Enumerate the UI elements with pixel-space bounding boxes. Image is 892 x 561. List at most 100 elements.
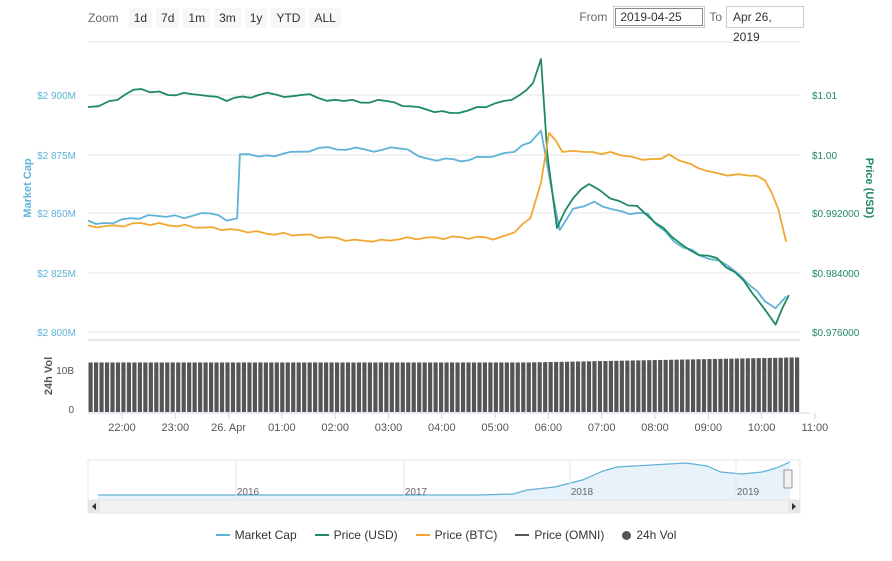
navigator-year-label: 2017 <box>405 487 428 498</box>
volume-bar <box>225 362 230 412</box>
volume-bar <box>795 357 800 412</box>
volume-bar <box>647 360 652 412</box>
legend-item[interactable]: Price (OMNI) <box>515 528 604 542</box>
volume-bar <box>575 361 581 412</box>
legend-line-icon <box>515 534 530 536</box>
price-usd-tick-label: $0.984000 <box>812 269 860 280</box>
volume-bar <box>203 362 208 412</box>
legend-item[interactable]: Price (USD) <box>314 528 398 542</box>
volume-bar <box>712 358 718 412</box>
volume-bar <box>663 359 668 412</box>
volume-bar <box>554 361 559 412</box>
volume-bar <box>680 359 685 412</box>
volume-bar <box>669 359 674 412</box>
volume-bar <box>477 362 482 412</box>
navigator-handle[interactable] <box>783 469 793 489</box>
volume-bar <box>718 358 723 412</box>
market-cap-axis-title: Market Cap <box>22 158 34 218</box>
volume-bar <box>334 362 340 412</box>
x-tick-label: 01:00 <box>268 422 296 434</box>
x-tick-label: 03:00 <box>375 422 403 434</box>
volume-bar <box>515 362 520 412</box>
volume-bar <box>696 359 701 412</box>
price-usd-tick-label: $0.992000 <box>812 209 860 220</box>
volume-bar <box>356 362 362 412</box>
volume-bar <box>740 358 745 412</box>
volume-bar <box>488 362 493 412</box>
volume-bar <box>493 362 498 412</box>
volume-bar <box>411 362 416 412</box>
market-cap-tick-label: $2 850M <box>37 209 76 220</box>
price-chart-svg[interactable]: $2 800M $2 825M $2 850M $2 875M $2 900M $0.9… <box>0 0 892 520</box>
volume-bar <box>258 362 263 412</box>
price-usd-tick-label: $1.00 <box>812 151 837 162</box>
legend-item[interactable]: Price (BTC) <box>415 528 498 542</box>
chart-widget: Zoom 1d 7d 1m 3m 1y YTD ALL From 2019-04… <box>0 0 892 561</box>
volume-bar <box>532 362 537 412</box>
volume-bar <box>619 360 624 412</box>
volume-bar <box>247 362 252 412</box>
price-usd-tick-label: $0.976000 <box>812 328 860 339</box>
volume-bar <box>384 362 389 412</box>
grid-lines <box>88 41 800 371</box>
series-line-price-usd[interactable] <box>87 58 790 326</box>
navigator-year-label: 2019 <box>737 487 760 498</box>
volume-bar <box>395 362 400 412</box>
volume-bar <box>428 362 433 412</box>
volume-bar <box>701 359 707 412</box>
market-cap-axis: $2 800M $2 825M $2 850M $2 875M $2 900M <box>37 91 76 339</box>
volume-bar <box>597 361 603 412</box>
legend-item[interactable]: Market Cap <box>215 528 297 542</box>
market-cap-tick-label: $2 875M <box>37 151 76 162</box>
volume-bar <box>537 362 542 412</box>
x-tick-label: 23:00 <box>162 422 190 434</box>
legend-line-icon <box>215 534 230 536</box>
x-tick-label: 06:00 <box>535 422 563 434</box>
legend-label: 24h Vol <box>636 528 677 542</box>
market-cap-tick-label: $2 900M <box>37 91 76 102</box>
volume-tick-label: 10B <box>56 366 74 377</box>
volume-bar <box>378 362 383 412</box>
volume-bar <box>526 362 531 412</box>
volume-bar <box>707 359 712 412</box>
volume-bar <box>187 362 192 412</box>
volume-bar <box>773 357 778 412</box>
legend-item[interactable]: 24h Vol <box>622 528 676 542</box>
legend-label: Price (OMNI) <box>534 528 605 542</box>
volume-bar <box>329 362 334 412</box>
volume-bar <box>690 359 696 412</box>
volume-bar <box>652 360 657 412</box>
volume-bar <box>581 361 586 412</box>
x-tick-label: 10:00 <box>748 422 776 434</box>
legend-label: Price (USD) <box>333 528 398 542</box>
x-tick-label: 22:00 <box>108 422 136 434</box>
x-tick-label: 26. Apr <box>211 422 246 434</box>
volume-bar <box>143 362 148 412</box>
series-line-market-cap[interactable] <box>87 129 787 310</box>
volume-bar <box>778 357 783 412</box>
volume-bar <box>417 362 422 412</box>
series-line-price-btc[interactable] <box>87 132 788 243</box>
volume-bar <box>280 362 285 412</box>
volume-bar <box>674 359 679 412</box>
x-tick-label: 11:00 <box>802 422 829 434</box>
price-usd-axis-title: Price (USD) <box>863 158 875 219</box>
volume-bar <box>789 357 794 412</box>
navigator-year-label: 2016 <box>237 487 260 498</box>
legend-label: Price (BTC) <box>434 528 498 542</box>
price-usd-axis: $0.976000 $0.984000 $0.992000 $1.00 $1.01 <box>812 91 860 339</box>
volume-bar <box>455 362 460 412</box>
volume-bar <box>400 362 405 412</box>
volume-bar <box>296 362 301 412</box>
legend-line-icon <box>415 534 430 536</box>
volume-bar <box>449 362 455 412</box>
volume-bar <box>466 362 471 412</box>
volume-bar <box>165 362 170 412</box>
volume-axis-title: 24h Vol <box>43 357 55 395</box>
navigator-scrollbar[interactable] <box>87 499 801 514</box>
volume-bar <box>274 362 279 412</box>
volume-bar <box>564 361 570 412</box>
volume-bar <box>252 362 257 412</box>
x-tick-label: 04:00 <box>428 422 456 434</box>
navigator-year-label: 2018 <box>571 487 594 498</box>
